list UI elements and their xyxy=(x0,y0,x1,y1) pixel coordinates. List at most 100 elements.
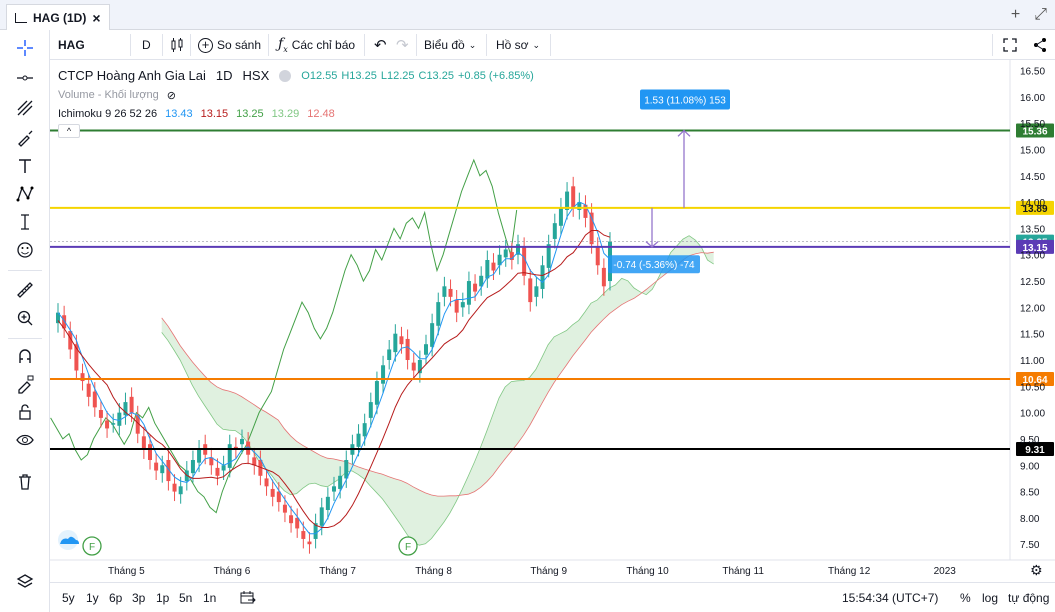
compare-button[interactable]: + So sánh xyxy=(198,30,261,60)
bottom-bar: 5y 1y 6p 3p 1p 5n 1n 15:54:34 (UTC+7) % … xyxy=(50,582,1055,612)
candle-body xyxy=(454,299,459,313)
interval-button[interactable]: D xyxy=(142,30,151,60)
range-6m[interactable]: 6p xyxy=(109,591,122,605)
candle-body xyxy=(558,207,563,226)
time-tick-label: Tháng 6 xyxy=(214,566,251,577)
volume-label: Volume - Khối lượng xyxy=(58,89,159,101)
magnet-icon[interactable] xyxy=(12,344,38,368)
price-tick-label: 8.00 xyxy=(1020,514,1040,525)
legend-open: O12.55 xyxy=(301,69,338,82)
price-chart[interactable]: 15.3613.8913.2513.1510.649.3116.5016.001… xyxy=(50,60,1055,582)
candle-body xyxy=(178,486,183,495)
lock-drawing-icon[interactable] xyxy=(12,372,38,396)
plus-circle-icon: + xyxy=(198,37,213,53)
ichimoku-lagging: 13.25 xyxy=(236,108,264,120)
candle-body xyxy=(289,515,294,524)
brush-icon[interactable] xyxy=(12,126,38,150)
candle-body xyxy=(105,420,110,429)
candle-body xyxy=(485,260,490,279)
emoji-icon[interactable] xyxy=(12,238,38,262)
clock-display[interactable]: 15:54:34 (UTC+7) xyxy=(842,591,938,605)
hidden-eye-icon[interactable]: ⊘ xyxy=(167,89,176,102)
symbol-search[interactable]: HAG xyxy=(58,30,85,60)
chart-layout-label: Biểu đồ xyxy=(424,38,465,52)
legend-change: +0.85 (+6.85%) xyxy=(457,69,534,82)
time-tick-label: 2023 xyxy=(934,566,957,577)
range-5d[interactable]: 5n xyxy=(179,591,192,605)
percent-toggle[interactable]: % xyxy=(960,591,971,605)
goto-date-icon[interactable] xyxy=(240,591,256,608)
price-tick-label: 15.50 xyxy=(1020,119,1045,130)
candle-body xyxy=(160,465,165,474)
undo-icon[interactable]: ↶ xyxy=(374,30,387,60)
collapse-legend-button[interactable]: ^ xyxy=(58,124,80,138)
log-toggle[interactable]: log xyxy=(982,591,998,605)
range-1d[interactable]: 1n xyxy=(203,591,216,605)
candle-body xyxy=(528,278,533,303)
candle-type-icon[interactable] xyxy=(170,30,184,60)
lock-icon[interactable] xyxy=(12,400,38,424)
horizontal-line-icon[interactable] xyxy=(12,66,38,90)
range-1m[interactable]: 1p xyxy=(156,591,169,605)
text-icon[interactable] xyxy=(12,154,38,178)
price-tick-label: 13.50 xyxy=(1020,224,1045,235)
price-tick-label: 15.00 xyxy=(1020,145,1045,156)
chart-legend: CTCP Hoàng Anh Gia Lai 1D HSX O12.55 H13… xyxy=(58,68,534,120)
range-1y[interactable]: 1y xyxy=(86,591,99,605)
legend-close: C13.25 xyxy=(418,69,454,82)
zoom-icon[interactable] xyxy=(12,306,38,330)
candle-body xyxy=(111,423,116,425)
candle-body xyxy=(540,265,545,289)
fx-icon: ƒx xyxy=(278,36,288,54)
range-5y[interactable]: 5y xyxy=(62,591,75,605)
profile-button[interactable]: Hồ sơ ⌄ xyxy=(496,30,540,60)
candle-body xyxy=(460,302,465,308)
redo-icon[interactable]: ↷ xyxy=(396,30,409,60)
chart-tab[interactable]: HAG (1D) × xyxy=(6,4,110,30)
candle-body xyxy=(319,507,324,526)
candle-body xyxy=(381,365,386,384)
legend-high: H13.25 xyxy=(341,69,377,82)
eye-icon[interactable] xyxy=(12,428,38,452)
price-tick-label: 13.00 xyxy=(1020,251,1045,262)
candle-body xyxy=(332,486,336,492)
time-tick-label: Tháng 11 xyxy=(722,566,764,577)
candle-body xyxy=(141,436,146,450)
candle-body xyxy=(301,531,306,539)
candle-body xyxy=(399,336,404,345)
fullscreen-icon[interactable] xyxy=(1002,30,1018,60)
expand-icon[interactable]: ⤢ xyxy=(1034,6,1047,24)
ruler-icon[interactable] xyxy=(12,278,38,302)
share-icon[interactable] xyxy=(1032,30,1048,60)
candle-body xyxy=(190,460,195,474)
price-badge-label: 9.31 xyxy=(1025,445,1045,456)
candle-body xyxy=(368,402,373,418)
auto-scale-toggle[interactable]: tự động xyxy=(1008,591,1049,605)
ichimoku-span-a: 13.29 xyxy=(271,108,300,120)
candle-body xyxy=(154,462,159,471)
trash-icon[interactable] xyxy=(12,470,38,494)
top-toolbar: HAG D + So sánh ƒx Các chỉ báo ↶ ↷ Biểu … xyxy=(50,30,1055,60)
legend-interval: 1D xyxy=(215,68,233,83)
candle-body xyxy=(356,433,361,447)
price-tick-label: 8.50 xyxy=(1020,488,1040,499)
range-3m[interactable]: 3p xyxy=(132,591,145,605)
chart-area[interactable]: 15.3613.8913.2513.1510.649.3116.5016.001… xyxy=(50,60,1055,582)
crosshair-icon[interactable] xyxy=(12,36,38,60)
close-icon[interactable]: × xyxy=(92,10,100,26)
trend-line-icon[interactable] xyxy=(12,96,38,120)
candle-body xyxy=(491,262,496,271)
chart-tab-title: HAG (1D) xyxy=(33,10,87,25)
measure-tool-icon[interactable] xyxy=(12,210,38,234)
time-tick-label: Tháng 9 xyxy=(530,566,567,577)
chart-layout-button[interactable]: Biểu đồ ⌄ xyxy=(424,30,476,60)
layers-icon[interactable] xyxy=(12,570,38,594)
ichimoku-label: Ichimoku 9 26 52 26 xyxy=(58,108,158,120)
add-icon[interactable]: + xyxy=(1011,6,1020,24)
price-tick-label: 14.50 xyxy=(1020,172,1045,183)
candle-body xyxy=(442,286,447,297)
candle-body xyxy=(221,465,226,471)
pattern-icon[interactable] xyxy=(12,182,38,206)
indicators-button[interactable]: ƒx Các chỉ báo xyxy=(278,30,355,60)
time-tick-label: Tháng 10 xyxy=(626,566,669,577)
